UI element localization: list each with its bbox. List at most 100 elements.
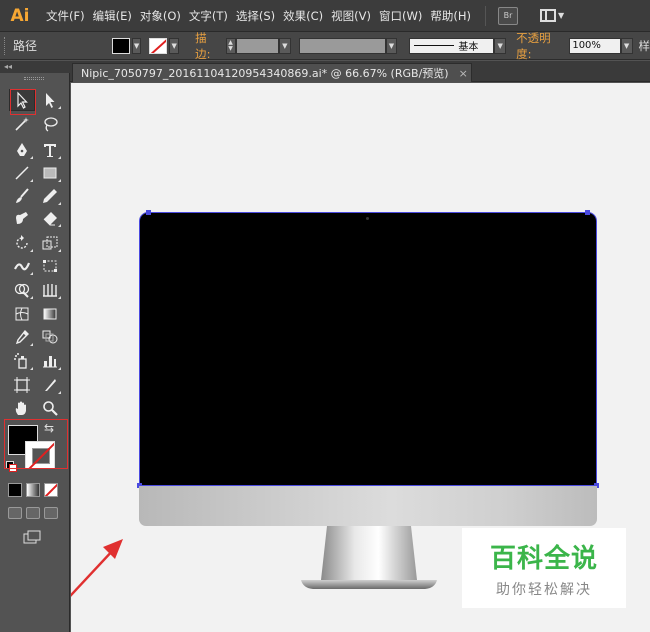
- anchor-point[interactable]: [146, 210, 151, 215]
- gradient-tool[interactable]: [37, 303, 63, 325]
- fill-stroke-highlight-box: [4, 419, 68, 469]
- stroke-weight-stepper[interactable]: ▲ ▼: [225, 37, 236, 54]
- direct-selection-tool[interactable]: [37, 89, 63, 111]
- menu-separator: [484, 5, 486, 26]
- free-transform-tool[interactable]: [37, 255, 63, 277]
- pencil-tool[interactable]: [37, 185, 63, 207]
- stroke-label[interactable]: 描边:: [195, 30, 221, 62]
- menu-help[interactable]: 帮助(H): [430, 8, 479, 24]
- free-transform-icon: [43, 260, 57, 272]
- menu-window[interactable]: 窗口(W): [379, 8, 430, 24]
- eraser-icon: [43, 212, 57, 226]
- brush-definition-label: 基本: [458, 42, 479, 53]
- draw-inside-button[interactable]: [44, 507, 58, 519]
- tool-group-indicator: [30, 179, 33, 182]
- workspace-switcher[interactable]: ▼: [539, 9, 565, 22]
- menu-object[interactable]: 对象(O): [140, 8, 189, 24]
- stroke-swatch[interactable]: [149, 37, 168, 54]
- tool-group-indicator: [58, 296, 61, 299]
- bridge-button[interactable]: Br: [497, 6, 518, 25]
- lasso-icon: [44, 117, 58, 132]
- tool-group-indicator: [58, 249, 61, 252]
- monitor-chin-shape[interactable]: [139, 486, 597, 526]
- brush-definition-dropdown[interactable]: ▼: [494, 37, 507, 54]
- menu-file[interactable]: 文件(F): [46, 8, 93, 24]
- rectangle-tool[interactable]: [37, 162, 63, 184]
- fill-dropdown[interactable]: ▼: [131, 37, 142, 54]
- workspace-icon: [539, 9, 556, 22]
- blend-tool[interactable]: [37, 326, 63, 348]
- color-mode-row: [8, 483, 58, 497]
- opacity-dropdown[interactable]: ▼: [620, 37, 633, 54]
- tools-grip[interactable]: [24, 77, 44, 80]
- width-icon: [14, 262, 31, 271]
- fill-swatch[interactable]: [111, 37, 130, 54]
- brush-definition-field[interactable]: 基本: [409, 37, 495, 54]
- hand-tool[interactable]: [9, 397, 35, 419]
- symbol-sprayer-tool[interactable]: [9, 350, 35, 372]
- stroke-weight-dropdown[interactable]: ▼: [278, 37, 291, 54]
- opacity-input[interactable]: 100%: [569, 37, 621, 54]
- anchor-point[interactable]: [585, 210, 590, 215]
- pen-tool[interactable]: [9, 139, 35, 161]
- rotate-tool[interactable]: [9, 232, 35, 254]
- draw-behind-button[interactable]: [26, 507, 40, 519]
- scale-tool[interactable]: [37, 232, 63, 254]
- eyedropper-tool[interactable]: [9, 326, 35, 348]
- blend-icon: [42, 330, 58, 344]
- close-icon[interactable]: ×: [459, 67, 468, 80]
- tools-panel: ⇆: [0, 73, 70, 632]
- opacity-label[interactable]: 不透明度:: [516, 30, 565, 62]
- panel-grip[interactable]: [4, 36, 7, 55]
- mesh-icon: [15, 307, 29, 321]
- screen-mode-button[interactable]: [22, 529, 44, 545]
- width-tool[interactable]: [9, 255, 35, 277]
- document-tab[interactable]: Nipic_7050797_20161104120954340869.ai* @…: [72, 63, 472, 82]
- none-mode-button[interactable]: [44, 483, 58, 497]
- paintbrush-tool[interactable]: [9, 185, 35, 207]
- blob-brush-icon: [16, 212, 28, 224]
- monitor-stand-shape[interactable]: [299, 526, 439, 590]
- chevron-down-icon: ▼: [557, 11, 565, 20]
- menu-select[interactable]: 选择(S): [236, 8, 283, 24]
- document-tab-title: Nipic_7050797_20161104120954340869.ai* @…: [81, 67, 449, 80]
- selection-highlight-box: [10, 89, 36, 115]
- style-label[interactable]: 样: [639, 38, 650, 54]
- artboard-tool[interactable]: [9, 374, 35, 396]
- menu-type[interactable]: 文字(T): [189, 8, 236, 24]
- document-tab-bar: Nipic_7050797_20161104120954340869.ai* @…: [70, 61, 650, 82]
- type-tool[interactable]: [37, 139, 63, 161]
- slice-tool[interactable]: [37, 374, 63, 396]
- gradient-mode-button[interactable]: [26, 483, 40, 497]
- eraser-tool[interactable]: [37, 207, 63, 229]
- menu-effect[interactable]: 效果(C): [283, 8, 331, 24]
- zoom-tool[interactable]: [37, 397, 63, 419]
- shape-builder-icon: [14, 283, 30, 298]
- blob-brush-tool[interactable]: [9, 207, 35, 229]
- monitor-screen-shape[interactable]: [137, 210, 599, 488]
- menu-edit[interactable]: 编辑(E): [93, 8, 140, 24]
- tool-group-indicator: [30, 249, 33, 252]
- draw-normal-button[interactable]: [8, 507, 22, 519]
- pen-icon: [17, 143, 27, 156]
- color-mode-button[interactable]: [8, 483, 22, 497]
- menu-bar: Ai 文件(F) 编辑(E) 对象(O) 文字(T) 选择(S) 效果(C) 视…: [0, 0, 650, 32]
- mesh-tool[interactable]: [9, 303, 35, 325]
- artboard-canvas[interactable]: 百科全说 助你轻松解决: [71, 83, 650, 632]
- tool-group-indicator: [30, 296, 33, 299]
- tools-collapse-button[interactable]: ◂◂: [0, 61, 70, 73]
- variable-width-field[interactable]: [298, 37, 386, 54]
- variable-width-dropdown[interactable]: ▼: [385, 37, 398, 54]
- column-graph-tool[interactable]: [37, 350, 63, 372]
- line-preview: [414, 45, 455, 46]
- perspective-grid-tool[interactable]: [37, 279, 63, 301]
- watermark: 百科全说 助你轻松解决: [462, 528, 626, 608]
- magic-wand-tool[interactable]: [9, 113, 35, 135]
- hand-icon: [15, 401, 26, 415]
- stroke-weight-field[interactable]: [235, 37, 279, 54]
- menu-view[interactable]: 视图(V): [331, 8, 379, 24]
- stroke-dropdown[interactable]: ▼: [169, 37, 180, 54]
- shape-builder-tool[interactable]: [9, 279, 35, 301]
- line-tool[interactable]: [9, 162, 35, 184]
- lasso-tool[interactable]: [37, 113, 63, 135]
